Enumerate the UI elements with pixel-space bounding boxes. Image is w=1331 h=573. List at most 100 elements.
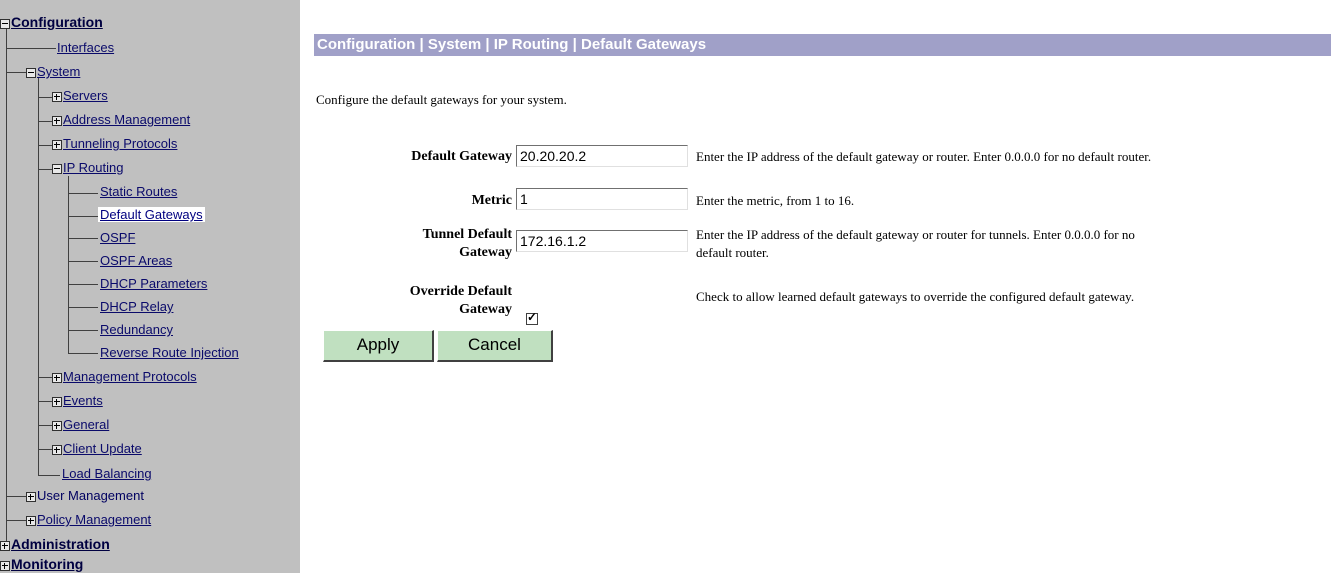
help-line: Enter the IP address of the default gate… [696,227,1135,242]
tree-line [6,48,56,49]
tree-item-ospf[interactable]: OSPF [100,230,135,245]
metric-label: Metric [471,193,512,208]
tree-line [38,401,52,402]
tree-item-label[interactable]: Load Balancing [62,466,152,481]
tree-item-label[interactable]: DHCP Parameters [100,276,207,291]
tree-line [68,216,98,217]
tree-line [38,145,52,146]
expand-icon[interactable] [52,372,62,383]
tree-line [38,121,52,122]
tree-item-label[interactable]: Management Protocols [63,369,197,384]
tree-line [68,330,98,331]
tree-item-label[interactable]: Servers [63,88,108,103]
tree-item-label[interactable]: Administration [11,536,110,552]
tree-item-system[interactable]: System [26,64,80,79]
tree-item-label[interactable]: IP Routing [63,160,123,175]
expand-icon[interactable] [0,560,10,571]
tree-item-user-management[interactable]: User Management [26,488,144,503]
default-gateway-help: Enter the IP address of the default gate… [696,149,1152,164]
tree-item-label[interactable]: Events [63,393,103,408]
tree-item-label[interactable]: Redundancy [100,322,173,337]
tree-item-dhcp-parameters[interactable]: DHCP Parameters [100,276,207,291]
metric-help: Enter the metric, from 1 to 16. [696,193,855,208]
default-gateway-input[interactable] [516,145,688,167]
tree-line [68,307,98,308]
label-line: Gateway [459,302,512,317]
tree-item-redundancy[interactable]: Redundancy [100,322,173,337]
tree-item-static-routes[interactable]: Static Routes [100,184,177,199]
tree-item-label[interactable]: General [63,417,109,432]
tree-item-label[interactable]: Monitoring [11,556,83,572]
tunnel-default-gateway-help: Enter the IP address of the default gate… [696,226,1135,262]
tree-item-label[interactable]: Interfaces [57,40,114,55]
tree-item-label[interactable]: Static Routes [100,184,177,199]
tree-item-monitoring[interactable]: Monitoring [0,556,83,572]
tree-item-management-protocols[interactable]: Management Protocols [52,369,197,384]
expand-icon[interactable] [52,91,62,102]
tree-line [38,169,52,170]
tree-line [6,496,26,497]
tree-item-events[interactable]: Events [52,393,103,408]
tree-item-policy-management[interactable]: Policy Management [26,512,151,527]
main-content: Configuration | System | IP Routing | De… [300,0,1331,573]
tree-line [68,238,98,239]
tree-item-tunneling-protocols[interactable]: Tunneling Protocols [52,136,177,151]
tree-item-label[interactable]: OSPF [100,230,135,245]
tree-line [38,377,52,378]
metric-input[interactable] [516,188,688,210]
cancel-button[interactable]: Cancel [437,330,553,362]
tree-item-label[interactable]: Reverse Route Injection [100,345,239,360]
tree-item-label[interactable]: System [37,64,80,79]
tree-line [6,24,7,544]
tree-item-label[interactable]: Configuration [11,14,103,30]
tree-item-label[interactable]: Tunneling Protocols [63,136,177,151]
override-default-gateway-label: Override Default Gateway [312,283,512,319]
tree-item-label[interactable]: OSPF Areas [100,253,172,268]
tree-item-dhcp-relay[interactable]: DHCP Relay [100,299,173,314]
tree-item-general[interactable]: General [52,417,109,432]
tree-item-default-gateways[interactable]: Default Gateways [98,207,205,222]
tree-line [38,78,39,476]
collapse-icon[interactable] [26,67,36,78]
tree-item-ospf-areas[interactable]: OSPF Areas [100,253,172,268]
tree-item-label[interactable]: DHCP Relay [100,299,173,314]
expand-icon[interactable] [52,139,62,150]
tree-item-interfaces[interactable]: Interfaces [57,40,114,55]
tree-line [38,449,52,450]
tree-item-ip-routing[interactable]: IP Routing [52,160,123,175]
collapse-icon[interactable] [0,18,10,29]
expand-icon[interactable] [26,491,36,502]
tree-line [38,425,52,426]
default-gateway-label: Default Gateway [411,149,512,164]
collapse-icon[interactable] [52,163,62,174]
tree-line [68,176,69,354]
tunnel-default-gateway-input[interactable] [516,230,688,252]
apply-button[interactable]: Apply [323,330,434,362]
expand-icon[interactable] [52,396,62,407]
tree-item-label[interactable]: Client Update [63,441,142,456]
help-line: default router. [696,245,769,260]
tree-item-client-update[interactable]: Client Update [52,441,142,456]
tree-line [6,520,26,521]
expand-icon[interactable] [52,444,62,455]
expand-icon[interactable] [52,420,62,431]
tree-item-load-balancing[interactable]: Load Balancing [62,466,152,481]
tunnel-default-gateway-label: Tunnel Default Gateway [312,226,512,262]
tree-item-label[interactable]: Default Gateways [98,207,205,222]
tree-item-label[interactable]: Policy Management [37,512,151,527]
tree-line [68,261,98,262]
tree-item-label[interactable]: Address Management [63,112,190,127]
expand-icon[interactable] [52,115,62,126]
tree-item-configuration[interactable]: Configuration [0,14,103,30]
tree-item-address-management[interactable]: Address Management [52,112,190,127]
label-line: Override Default [409,284,512,299]
expand-icon[interactable] [0,540,10,551]
expand-icon[interactable] [26,515,36,526]
tree-item-servers[interactable]: Servers [52,88,108,103]
tree-item-reverse-route-injection[interactable]: Reverse Route Injection [100,345,239,360]
tree-item-administration[interactable]: Administration [0,536,110,552]
tree-item-label[interactable]: User Management [37,488,144,503]
tree-line [38,97,52,98]
override-default-gateway-checkbox[interactable] [526,310,538,325]
tree-line [68,193,98,194]
